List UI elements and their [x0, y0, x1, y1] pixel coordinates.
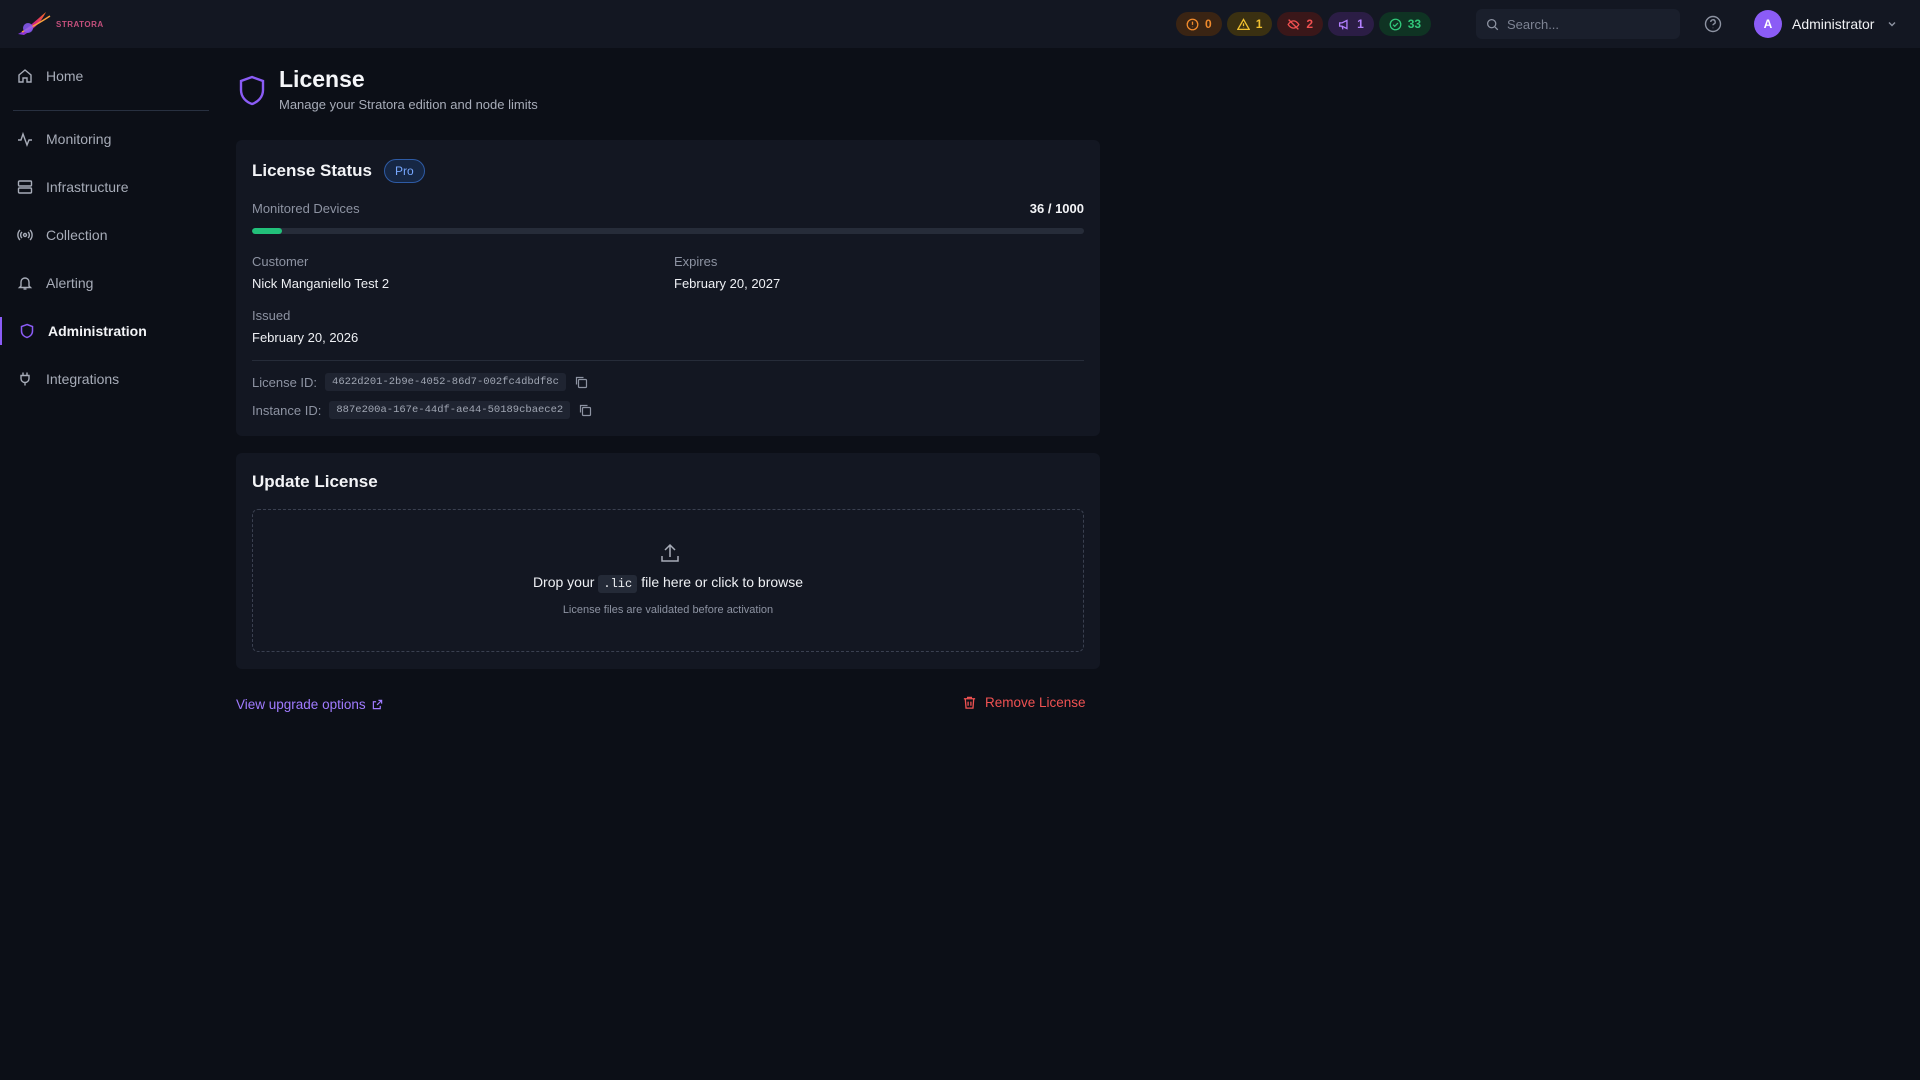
status-counters: 0 1 2 1 33 [1176, 12, 1432, 36]
drop-suffix: file here or click to browse [641, 574, 804, 590]
page-subtitle: Manage your Stratora edition and node li… [279, 97, 538, 112]
shield-icon [20, 323, 34, 339]
page-header: License Manage your Stratora edition and… [237, 66, 538, 112]
devices-progress-fill [252, 228, 282, 234]
warning-counter[interactable]: 1 [1226, 12, 1273, 36]
sidebar-item-label: Integrations [46, 371, 120, 387]
customer-value: Nick Manganiello Test 2 [252, 276, 390, 291]
external-link-icon [372, 699, 382, 710]
brand[interactable]: STRATORA [16, 8, 104, 38]
sidebar-item-label: Collection [46, 227, 108, 243]
help-icon[interactable] [1704, 15, 1722, 33]
instance-id-row: Instance ID: 887e200a-167e-44df-ae44-501… [252, 401, 592, 419]
issued-label: Issued [252, 308, 291, 323]
drop-prefix: Drop your [532, 574, 595, 590]
sidebar: Home Monitoring Infrastructure Collectio… [0, 48, 212, 1080]
down-count: 0 [1205, 17, 1212, 31]
down-counter[interactable]: 0 [1176, 12, 1222, 36]
sidebar-item-monitoring[interactable]: Monitoring [0, 119, 212, 159]
sidebar-item-collection[interactable]: Collection [0, 215, 212, 255]
copy-icon[interactable] [578, 403, 592, 417]
instance-id-value: 887e200a-167e-44df-ae44-50189cbaece2 [329, 401, 571, 419]
search-icon [1486, 18, 1499, 30]
devices-progress-bar [252, 228, 1084, 234]
expires-label: Expires [674, 254, 718, 269]
license-id-value: 4622d201-2b9e-4052-86d7-002fc4dbdf8c [325, 373, 566, 391]
plug-icon [20, 372, 30, 386]
page-title: License [279, 66, 365, 92]
view-upgrade-options-link[interactable]: View upgrade options [236, 697, 383, 712]
sidebar-item-label: Infrastructure [46, 179, 129, 195]
upgrade-link-label: View upgrade options [236, 697, 366, 712]
activity-icon [18, 131, 32, 147]
sidebar-item-home[interactable]: Home [0, 56, 212, 96]
drop-hint: License files are validated before activ… [562, 604, 774, 616]
edition-badge: Pro [384, 159, 425, 183]
search-input[interactable] [1507, 16, 1667, 32]
sidebar-item-label: Alerting [46, 275, 94, 291]
license-id-label: License ID: [252, 374, 318, 390]
license-status-card: License Status Pro Monitored Devices 36 … [236, 140, 1100, 436]
up-count: 33 [1407, 17, 1422, 31]
file-extension: .lic [598, 575, 638, 593]
up-counter[interactable]: 33 [1378, 12, 1432, 36]
user-menu[interactable]: A Administrator [1754, 10, 1898, 38]
copy-icon[interactable] [574, 375, 588, 389]
brand-name: STRATORA [56, 19, 104, 29]
update-license-card: Update License Drop your .lic file here or… [236, 453, 1100, 669]
drop-instructions: Drop your .lic file here or click to brows… [253, 574, 1083, 593]
announcement-counter[interactable]: 1 [1328, 12, 1374, 36]
sidebar-item-infrastructure[interactable]: Infrastructure [0, 167, 212, 207]
eye-off-icon [1287, 18, 1300, 30]
warning-count: 1 [1255, 17, 1263, 31]
sidebar-item-label: Administration [48, 323, 147, 339]
remove-license-label: Remove License [985, 695, 1086, 710]
unreachable-counter[interactable]: 2 [1277, 12, 1324, 36]
expires-value: February 20, 2027 [674, 276, 781, 291]
broadcast-icon [17, 229, 33, 241]
chevron-down-icon [1888, 22, 1896, 27]
check-circle-icon [1389, 18, 1402, 30]
server-icon [17, 180, 33, 194]
stratora-logo-icon [18, 12, 51, 35]
search-box[interactable] [1476, 9, 1680, 39]
trash-icon [963, 696, 976, 709]
devices-count: 36 / 1000 [1029, 201, 1084, 216]
shield-icon [239, 75, 265, 106]
remove-license-button[interactable]: Remove License [962, 695, 1086, 710]
avatar: A [1754, 10, 1782, 38]
license-id-row: License ID: 4622d201-2b9e-4052-86d7-002f… [252, 373, 588, 391]
card-title: License Status [252, 161, 372, 180]
customer-label: Customer [252, 254, 309, 269]
devices-label: Monitored Devices [252, 201, 360, 216]
sidebar-item-alerting[interactable]: Alerting [0, 263, 212, 303]
sidebar-item-label: Monitoring [46, 131, 112, 147]
bell-icon [17, 277, 33, 290]
top-bar: STRATORA 0 1 2 1 33 A Administrator [0, 0, 1920, 48]
instance-id-label: Instance ID: [252, 402, 322, 418]
warning-triangle-icon [1236, 17, 1250, 30]
upload-icon [661, 543, 679, 562]
sidebar-item-integrations[interactable]: Integrations [0, 359, 212, 399]
announcement-count: 1 [1357, 17, 1364, 31]
home-icon [18, 69, 32, 83]
sidebar-item-administration[interactable]: Administration [0, 311, 212, 351]
card-title: Update License [252, 472, 378, 491]
sidebar-divider [13, 110, 209, 111]
unreachable-count: 2 [1306, 17, 1314, 31]
sidebar-item-label: Home [46, 68, 84, 84]
alert-circle-icon [1186, 18, 1199, 30]
issued-value: February 20, 2026 [252, 330, 359, 345]
megaphone-icon [1339, 18, 1348, 30]
user-name: Administrator [1792, 16, 1875, 32]
license-dropzone[interactable]: Drop your .lic file here or click to brows… [252, 509, 1084, 652]
card-divider [252, 360, 1084, 361]
